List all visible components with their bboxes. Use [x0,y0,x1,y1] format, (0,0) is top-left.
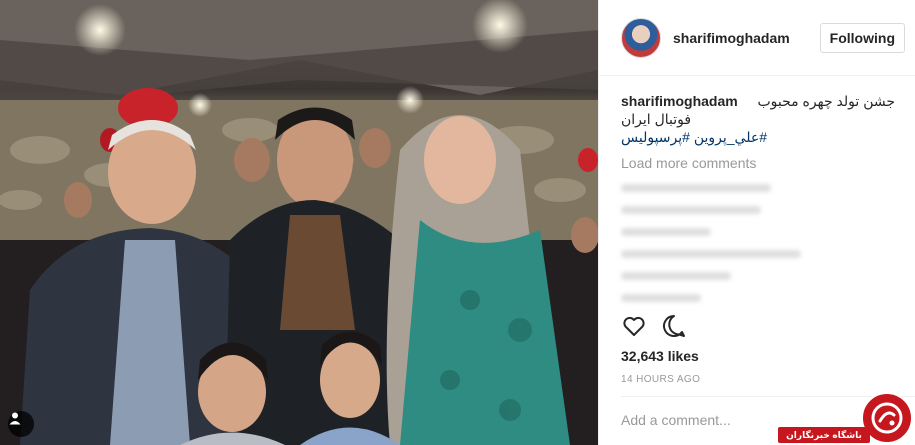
caption: sharifimoghadam جشن تولد چهره محبوب فوتب… [621,92,895,146]
post-timestamp: 14 HOURS AGO [621,374,701,385]
caption-username[interactable]: sharifimoghadam [621,92,738,110]
user-tag-icon[interactable] [8,411,34,437]
following-button[interactable]: Following [819,22,905,53]
caption-text-line1: جشن تولد چهره محبوب [757,93,895,109]
watermark-logo-icon [871,402,903,434]
heart-icon[interactable] [621,313,647,339]
post-photo[interactable] [0,0,598,445]
post-panel: sharifimoghadam Following sharifimoghada… [598,0,915,445]
post-username[interactable]: sharifimoghadam [673,30,820,46]
watermark-text: باشگاه خبرنگاران [778,427,870,443]
list-item [621,287,895,309]
likes-count[interactable]: 32,643 likes [621,348,699,364]
list-item [621,243,895,265]
photo-scene [0,0,598,445]
comments-section: sharifimoghadam جشن تولد چهره محبوب فوتب… [599,76,915,312]
list-item [621,177,895,199]
caption-text-line2: فوتبال ایران [621,111,692,127]
caption-hashtags[interactable]: #علي_پروين #پرسپوليس [621,129,767,145]
blurred-comments [621,177,895,312]
list-item [621,199,895,221]
load-more-comments-link[interactable]: Load more comments [621,155,895,171]
comment-bubble-icon[interactable] [661,313,687,339]
list-item [621,309,895,312]
list-item [621,221,895,243]
post-actions [621,313,687,339]
avatar[interactable] [621,17,661,58]
post-header: sharifimoghadam Following [599,0,915,76]
list-item [621,265,895,287]
